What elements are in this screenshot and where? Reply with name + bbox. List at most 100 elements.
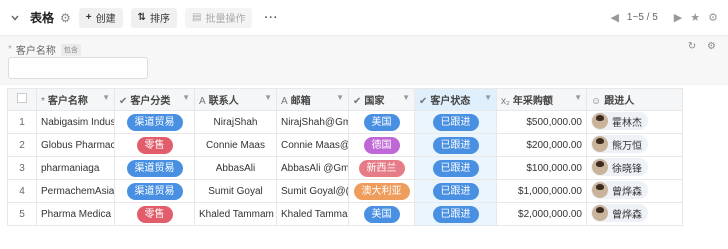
prev-page-icon[interactable]: ◀ [610,11,618,24]
row-index: 3 [7,156,37,180]
avatar [592,205,608,221]
plus-icon: + [85,12,92,23]
cell-country[interactable]: 德国 [348,133,415,157]
table-row[interactable]: 1 Nabigasim Indus 渠道贸易 NirajShah NirajShah@G… [7,110,683,134]
cell-amount[interactable]: $1,000,000.00 [496,179,587,203]
cell-contact[interactable]: AbbasAli [194,156,277,180]
cell-email[interactable]: NirajShah@Gm [276,110,349,134]
follower-name: 徐晓锋 [612,163,642,175]
create-button[interactable]: + 创建 [78,7,123,28]
cell-contact[interactable]: Connie Maas [194,133,277,157]
table-row[interactable]: 2 Globus Pharmac 零售 Connie Maas Connie Maas@… [7,133,683,157]
filter-settings-icon[interactable]: ⚙ [707,41,716,52]
cell-country[interactable]: 美国 [348,202,415,226]
cell-status[interactable]: 已跟进 [414,156,497,180]
cell-category[interactable]: 渠道贸易 [114,110,195,134]
cell-name[interactable]: PermachemAsia [36,179,115,203]
star-icon[interactable]: ★ [690,11,700,24]
cell-follower[interactable]: 霍林杰 [586,110,683,134]
status-tag: 已跟进 [432,205,479,223]
cell-name[interactable]: Globus Pharmac [36,133,115,157]
row-index: 2 [7,133,37,157]
cell-country[interactable]: 新西兰 [348,156,415,180]
header-dropdown-icon[interactable]: ▼ [264,93,272,102]
cell-email[interactable]: Sumit Goyal@( [276,179,349,203]
follower-chip: 熊万恒 [591,135,648,153]
avatar [592,136,608,152]
cell-follower[interactable]: 徐晓锋 [586,156,683,180]
cell-status[interactable]: 已跟进 [414,202,497,226]
customer-name-filter-input[interactable] [8,57,148,79]
cell-contact[interactable]: Sumit Goyal [194,179,277,203]
cell-name[interactable]: Pharma Medica [36,202,115,226]
header-dropdown-icon[interactable]: ▼ [574,93,582,102]
table-row[interactable]: 3 pharmaniaga 渠道贸易 AbbasAli AbbasAli @Gm 新西兰 已… [7,156,683,180]
filter-asterisk-icon: * [8,44,12,55]
cell-amount[interactable]: $2,000,000.00 [496,202,587,226]
cell-category[interactable]: 零售 [114,202,195,226]
cell-amount[interactable]: $500,000.00 [496,110,587,134]
batch-icon: ▤ [192,12,202,23]
check-circle-icon: ✔ [353,96,362,107]
cell-country[interactable]: 美国 [348,110,415,134]
header-dropdown-icon[interactable]: ▼ [182,93,190,102]
category-tag: 渠道贸易 [126,159,183,177]
header-dropdown-icon[interactable]: ▼ [484,93,492,102]
row-index: 5 [7,202,37,226]
status-tag: 已跟进 [432,182,479,200]
cell-name[interactable]: Nabigasim Indus [36,110,115,134]
header-name[interactable]: * 客户名称 ▼ [36,88,115,111]
cell-email[interactable]: Connie Maas@ [276,133,349,157]
toolbar: 表格 ⚙ + 创建 ⇅ 排序 ▤ 批量操作 ··· ◀ 1~5 / 5 ▶ ★ ⚙ [0,0,728,36]
row-index: 1 [7,110,37,134]
cell-follower[interactable]: 熊万恒 [586,133,683,157]
cell-contact[interactable]: NirajShah [194,110,277,134]
table-row[interactable]: 5 Pharma Medica 零售 Khaled Tammam Khaled Tamm… [7,202,683,226]
cell-name[interactable]: pharmaniaga [36,156,115,180]
cell-email[interactable]: Khaled Tamma [276,202,349,226]
select-all-header[interactable] [7,88,37,111]
settings-gear-icon[interactable]: ⚙ [708,11,718,24]
cell-category[interactable]: 零售 [114,133,195,157]
header-dropdown-icon[interactable]: ▼ [402,93,410,102]
header-email[interactable]: A 邮箱 ▼ [276,88,349,111]
header-amount[interactable]: x₂ 年采购额 ▼ [496,88,587,111]
view-settings-icon[interactable]: ⚙ [60,11,71,25]
table-row[interactable]: 4 PermachemAsia 渠道贸易 Sumit Goyal Sumit Goyal… [7,179,683,203]
header-status[interactable]: ✔ 客户状态 ▼ [414,88,497,111]
cell-amount[interactable]: $200,000.00 [496,133,587,157]
batch-operation-button[interactable]: ▤ 批量操作 [185,7,253,28]
header-category[interactable]: ✔ 客户分类 ▼ [114,88,195,111]
next-page-icon[interactable]: ▶ [674,11,682,24]
header-country[interactable]: ✔ 国家 ▼ [348,88,415,111]
filter-panel: * 客户名称 包含 ↻ ⚙ [0,37,728,84]
filter-operator-tag[interactable]: 包含 [60,43,81,56]
cell-email[interactable]: AbbasAli @Gm [276,156,349,180]
more-options-button[interactable]: ··· [264,12,278,24]
cell-category[interactable]: 渠道贸易 [114,156,195,180]
header-dropdown-icon[interactable]: ▼ [102,93,110,102]
collapse-chevron-icon[interactable] [8,11,22,25]
cell-status[interactable]: 已跟进 [414,110,497,134]
cell-status[interactable]: 已跟进 [414,133,497,157]
select-all-checkbox[interactable] [17,93,27,103]
header-follower[interactable]: ☺ 跟进人 [586,88,683,111]
refresh-icon[interactable]: ↻ [688,41,696,52]
cell-category[interactable]: 渠道贸易 [114,179,195,203]
status-tag: 已跟进 [432,113,479,131]
cell-amount[interactable]: $100,000.00 [496,156,587,180]
cell-contact[interactable]: Khaled Tammam [194,202,277,226]
follower-name: 熊万恒 [612,140,642,152]
cell-country[interactable]: 澳大利亚 [348,179,415,203]
category-tag: 渠道贸易 [126,113,183,131]
table-area: * 客户名称 ▼ ✔ 客户分类 ▼ A 联系人 ▼ A 邮箱 ▼ ✔ 国家 ▼ ✔ 客户状态 ▼ x₂ 年… [0,85,728,249]
cell-follower[interactable]: 曾烨森 [586,179,683,203]
sort-icon: ⇅ [137,12,147,23]
follower-name: 曾烨森 [612,186,642,198]
cell-status[interactable]: 已跟进 [414,179,497,203]
cell-follower[interactable]: 曾烨森 [586,202,683,226]
avatar [592,182,608,198]
sort-button[interactable]: ⇅ 排序 [130,7,178,28]
header-contact[interactable]: A 联系人 ▼ [194,88,277,111]
header-dropdown-icon[interactable]: ▼ [336,93,344,102]
